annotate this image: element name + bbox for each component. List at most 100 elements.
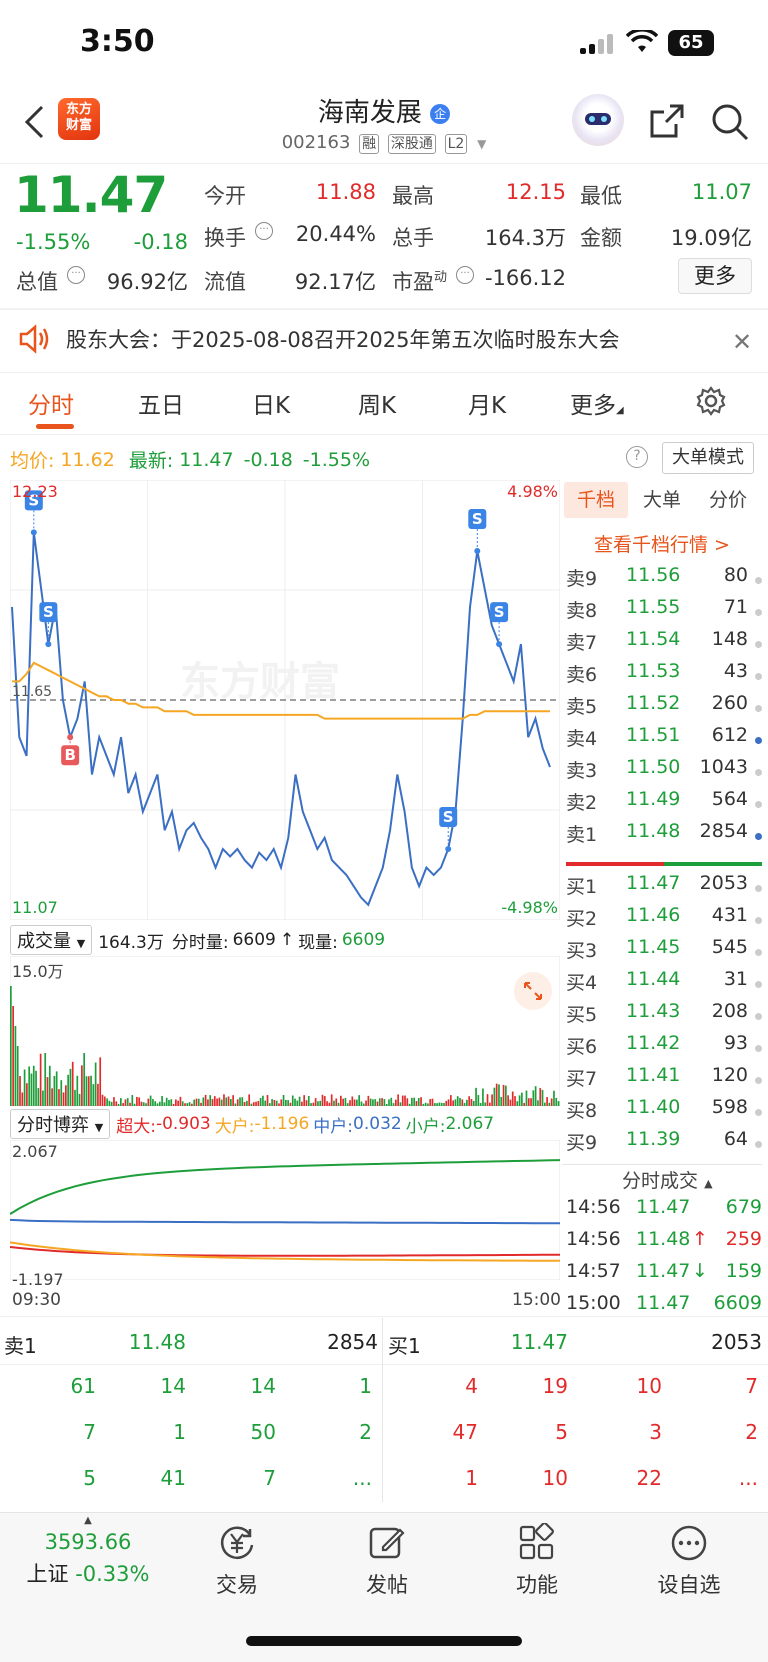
wifi-icon <box>625 28 659 58</box>
volume-selector-label: 成交量 <box>17 931 71 952</box>
depth-buy-cell: 3 <box>649 1420 662 1444</box>
volume-bar <box>433 1103 436 1106</box>
info-icon[interactable]: ··· <box>255 222 273 240</box>
bid-row[interactable]: 买1 11.47 2053 <box>566 872 762 904</box>
nav-post[interactable]: 发帖 <box>332 1523 442 1599</box>
depth-sell-cell: 50 <box>250 1420 276 1444</box>
volume-bar <box>360 1101 363 1106</box>
trades-title[interactable]: 分时成交 ▲ <box>622 1166 713 1193</box>
volume-bar <box>191 1103 193 1106</box>
settings-gear-icon[interactable] <box>696 386 726 420</box>
caret-down-icon[interactable]: ▼ <box>477 137 486 151</box>
volume-bar <box>78 1093 81 1106</box>
tab-monthly-k[interactable]: 月K <box>468 386 506 420</box>
fund-flow-selector-label: 分时博弈 <box>17 1115 89 1136</box>
more-button[interactable]: 更多 <box>678 258 752 294</box>
tab-level-book[interactable]: 千档 <box>564 482 628 518</box>
latest-percent: -1.55% <box>302 448 371 471</box>
bid-row[interactable]: 买7 11.41 120 <box>566 1064 762 1096</box>
volume-bar <box>268 1103 271 1106</box>
ask-row[interactable]: 卖4 11.51 612 <box>566 724 762 756</box>
turnover-value: 20.44% <box>295 222 376 246</box>
tab-big-order[interactable]: 大单 <box>630 482 694 518</box>
volume-bar <box>301 1101 303 1106</box>
volume-bar <box>447 1099 450 1106</box>
volume-bar <box>252 1102 255 1106</box>
info-icon[interactable]: ··· <box>456 266 474 284</box>
trades-title-text: 分时成交 <box>622 1170 699 1192</box>
volume-bar <box>243 1101 246 1106</box>
volume-bar <box>211 1099 214 1106</box>
depth-sell-cell: 1 <box>359 1374 372 1398</box>
volume-bar <box>250 1103 253 1106</box>
battery-level: 65 <box>678 32 704 53</box>
tab-price-dist[interactable]: 分价 <box>696 482 760 518</box>
close-icon[interactable]: ✕ <box>732 328 752 356</box>
volume-bar <box>321 1094 324 1106</box>
ask-price: 11.53 <box>626 660 681 682</box>
bid-row[interactable]: 买6 11.42 93 <box>566 1032 762 1064</box>
info-icon[interactable]: ··· <box>67 266 85 284</box>
bid-row[interactable]: 买9 11.39 64 <box>566 1128 762 1160</box>
last-price: 11.47 <box>14 166 168 224</box>
tab-weekly-k[interactable]: 周K <box>358 386 396 420</box>
ask-row[interactable]: 卖8 11.55 71 <box>566 596 762 628</box>
volume-selector[interactable]: 成交量 ▼ <box>10 925 93 955</box>
avg-value: 11.62 <box>60 448 115 471</box>
search-icon[interactable] <box>710 102 750 146</box>
ask-label: 卖8 <box>566 600 598 622</box>
help-icon[interactable]: ? <box>626 446 648 468</box>
tab-daily-k[interactable]: 日K <box>252 386 290 420</box>
bid-price: 11.46 <box>626 904 681 926</box>
nav-functions[interactable]: 功能 <box>482 1522 592 1599</box>
order-book-tabs: 千档 大单 分价 <box>562 482 762 520</box>
robot-assistant-icon[interactable] <box>572 94 624 146</box>
notice-bar[interactable]: 股东大会：于2025-08-08召开2025年第五次临时股东大会 ✕ <box>0 310 768 372</box>
bid-row[interactable]: 买5 11.43 208 <box>566 1000 762 1032</box>
volume-bar <box>502 1084 505 1106</box>
xl-label: 超大: <box>116 1116 156 1137</box>
ask-row[interactable]: 卖3 11.50 1043 <box>566 756 762 788</box>
fund-flow-chart[interactable]: 2.067 -1.197 <box>9 1139 561 1289</box>
index-ticker[interactable]: ▲ 3593.66 上证 -0.33% <box>18 1515 158 1588</box>
ask-row[interactable]: 卖1 11.48 2854 <box>566 820 762 852</box>
bid-row[interactable]: 买3 11.45 545 <box>566 936 762 968</box>
bid-row[interactable]: 买4 11.44 31 <box>566 968 762 1000</box>
volume-bar <box>335 1098 338 1106</box>
volume-bar <box>97 1083 99 1106</box>
nav-trade[interactable]: 交易 <box>182 1523 292 1599</box>
bid-label: 买7 <box>566 1068 598 1090</box>
share-icon[interactable] <box>648 102 686 144</box>
volume-bar <box>358 1095 361 1106</box>
intraday-chart[interactable]: 东方财富 SSBSSS 12.23 4.98% 11.07 -4.98% 11.… <box>9 479 561 921</box>
ask-row[interactable]: 卖9 11.56 80 <box>566 564 762 596</box>
depth-buy-price: 11.47 <box>510 1330 568 1354</box>
expand-icon[interactable] <box>514 972 552 1010</box>
volume-bar <box>287 1100 289 1106</box>
tab-5day[interactable]: 五日 <box>138 386 184 420</box>
tab-more[interactable]: 更多◢ <box>570 386 624 420</box>
volume-bar <box>537 1100 539 1106</box>
ask-volume: 612 <box>711 724 748 746</box>
view-full-book-link[interactable]: 查看千档行情 > <box>562 530 762 557</box>
big-order-mode-button[interactable]: 大单模式 <box>662 442 754 474</box>
tab-minute[interactable]: 分时 <box>28 386 74 420</box>
trade-marker-label: S <box>443 808 454 826</box>
up-arrow-icon: ↑ <box>279 930 295 950</box>
ask-row[interactable]: 卖6 11.53 43 <box>566 660 762 692</box>
volume-axis-max: 15.0万 <box>12 962 64 981</box>
ask-row[interactable]: 卖5 11.52 260 <box>566 692 762 724</box>
volume-bar <box>37 1088 40 1106</box>
nav-add-watchlist[interactable]: 设自选 <box>634 1523 744 1599</box>
volume-bar <box>424 1102 427 1106</box>
volume-bar <box>39 1053 42 1106</box>
volume-bar <box>406 1098 409 1106</box>
fund-flow-selector[interactable]: 分时博弈 ▼ <box>10 1109 111 1139</box>
volume-bar <box>532 1090 535 1106</box>
ask-row[interactable]: 卖7 11.54 148 <box>566 628 762 660</box>
ask-row[interactable]: 卖2 11.49 564 <box>566 788 762 820</box>
volume-bar <box>527 1098 530 1106</box>
bid-row[interactable]: 买2 11.46 431 <box>566 904 762 936</box>
volume-chart[interactable]: 15.0万 <box>9 955 561 1107</box>
bid-row[interactable]: 买8 11.40 598 <box>566 1096 762 1128</box>
